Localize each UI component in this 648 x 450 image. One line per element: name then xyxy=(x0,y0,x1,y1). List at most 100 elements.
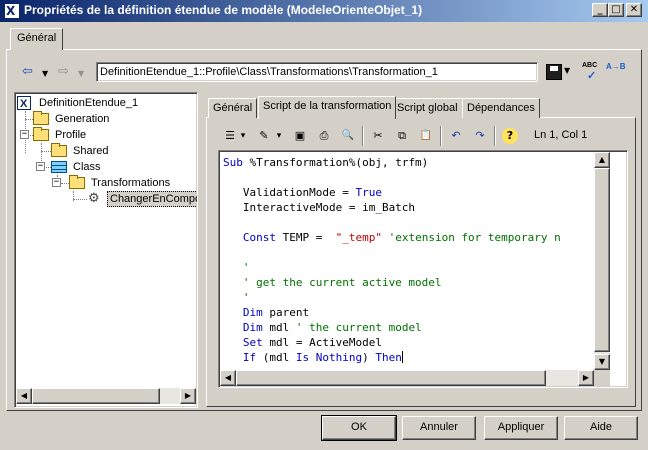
scrollbar-corner xyxy=(594,370,610,386)
cancel-button[interactable]: Annuler xyxy=(402,416,476,440)
collapse-class-icon[interactable]: − xyxy=(36,162,45,171)
properties-icon[interactable]: ☰ xyxy=(222,128,238,144)
print-icon[interactable]: ⎙ xyxy=(316,128,332,144)
scroll-up-icon[interactable]: ▲ xyxy=(594,152,610,168)
class-icon xyxy=(51,161,67,173)
object-path-field[interactable]: DefinitionEtendue_1::Profile\Class\Trans… xyxy=(96,62,538,82)
folder-icon xyxy=(33,127,49,141)
code-editor[interactable]: Sub %Transformation%(obj, trfm) Validati… xyxy=(218,150,628,388)
code-token: TEMP = xyxy=(276,231,336,244)
editor-vertical-thumb[interactable] xyxy=(594,168,610,352)
code-line[interactable]: ' get the current active model xyxy=(223,275,601,290)
forward-arrow-icon[interactable]: ⇨ xyxy=(58,64,69,82)
edit-dropdown-icon[interactable]: ▾ xyxy=(274,128,284,144)
spell-check-icon[interactable]: ABC ✓ xyxy=(582,62,600,82)
code-token: True xyxy=(355,186,382,199)
back-dropdown-icon[interactable]: ▼ xyxy=(42,66,48,84)
tab-dependencies[interactable]: Dépendances xyxy=(462,98,540,118)
window-title: Propriétés de la définition étendue de m… xyxy=(24,3,423,17)
code-line[interactable]: Set mdl = ActiveModel xyxy=(223,335,601,350)
code-line[interactable]: ValidationMode = True xyxy=(223,185,601,200)
folder-icon xyxy=(51,143,67,157)
gear-icon: ⚙ xyxy=(88,191,100,206)
app-icon-letter: X xyxy=(6,4,16,18)
undo-icon[interactable]: ↶ xyxy=(448,128,464,144)
minimize-button[interactable]: _ xyxy=(592,3,608,17)
scroll-down-icon[interactable]: ▼ xyxy=(594,354,610,370)
code-token: Then xyxy=(375,351,402,364)
code-token: %Transformation%(obj, trfm) xyxy=(242,156,429,169)
collapse-profile-icon[interactable]: − xyxy=(20,130,29,139)
app-icon[interactable]: X xyxy=(4,3,20,19)
code-line[interactable] xyxy=(223,245,601,260)
spell-check-label: ABC xyxy=(582,62,598,69)
code-line[interactable]: Sub %Transformation%(obj, trfm) xyxy=(223,155,601,170)
editor-horizontal-thumb[interactable] xyxy=(236,370,546,386)
code-token: ' xyxy=(223,261,250,274)
code-line[interactable]: If (mdl Is Nothing) Then xyxy=(223,350,601,365)
code-line[interactable]: Const TEMP = "_temp" 'extension for temp… xyxy=(223,230,601,245)
tree-node-label: Class xyxy=(73,161,101,173)
help-button[interactable]: Aide xyxy=(564,416,638,440)
code-line[interactable] xyxy=(223,170,601,185)
code-token: mdl xyxy=(262,321,296,334)
code-line[interactable] xyxy=(223,215,601,230)
cursor-position: Ln 1, Col 1 xyxy=(534,129,588,141)
code-line[interactable]: Dim mdl ' the current model xyxy=(223,320,601,335)
tab-transformation-script[interactable]: Script de la transformation xyxy=(258,96,397,119)
maximize-button[interactable]: □ xyxy=(608,3,624,17)
close-button[interactable]: ✕ xyxy=(626,3,642,17)
copy-icon[interactable]: ⧉ xyxy=(394,128,410,144)
forward-dropdown-icon[interactable]: ▼ xyxy=(78,66,84,84)
help-icon[interactable]: ? xyxy=(502,128,518,144)
ok-button[interactable]: OK xyxy=(321,415,397,441)
redo-icon[interactable]: ↷ xyxy=(472,128,488,144)
code-token: ' xyxy=(223,291,250,304)
tree-node-label: ChangerEnCompo xyxy=(107,191,197,207)
check-mark-icon: ✓ xyxy=(587,70,597,82)
tree-node-label: Profile xyxy=(55,129,87,141)
back-arrow-icon[interactable]: ⇦ xyxy=(22,64,33,82)
code-token: parent xyxy=(262,306,310,319)
code-text[interactable]: Sub %Transformation%(obj, trfm) Validati… xyxy=(223,155,601,367)
properties-dropdown-icon[interactable]: ▾ xyxy=(238,128,248,144)
edit-icon[interactable]: ✎ xyxy=(256,128,272,144)
title-bar[interactable]: X Propriétés de la définition étendue de… xyxy=(0,0,648,22)
code-line[interactable]: ' xyxy=(223,260,601,275)
save-dropdown-icon[interactable]: ▼ xyxy=(564,66,570,75)
scroll-right-icon[interactable]: ▶ xyxy=(180,388,196,404)
editor-horizontal-scrollbar[interactable]: ◀ ▶ xyxy=(220,370,594,386)
code-line[interactable]: ' xyxy=(223,290,601,305)
tab-general-inner[interactable]: Général xyxy=(208,98,258,118)
folder-icon xyxy=(33,111,49,125)
code-line[interactable]: Dim parent xyxy=(223,305,601,320)
scroll-left-icon[interactable]: ◀ xyxy=(16,388,32,404)
tree-node-label: Transformations xyxy=(91,177,171,189)
tree-line xyxy=(73,199,87,200)
tab-global-script[interactable]: Script global xyxy=(392,98,463,118)
tab-general[interactable]: Général xyxy=(10,28,64,50)
paste-icon[interactable]: 📋 xyxy=(418,128,434,144)
save-icon[interactable] xyxy=(546,64,562,80)
replace-icon[interactable]: A→B xyxy=(606,62,626,80)
code-token: (mdl xyxy=(256,351,296,364)
folder-icon xyxy=(69,175,85,189)
toolbar-separator xyxy=(494,126,496,146)
cut-icon[interactable]: ✂ xyxy=(370,128,386,144)
apply-button[interactable]: Appliquer xyxy=(484,416,558,440)
tree-line xyxy=(41,151,51,152)
tree-view[interactable]: X DefinitionEtendue_1 Generation − Profi… xyxy=(14,92,198,408)
find-icon[interactable]: 🔍 xyxy=(340,128,356,144)
scroll-right-icon[interactable]: ▶ xyxy=(578,370,594,386)
tree-horizontal-scrollbar[interactable]: ◀ ▶ xyxy=(16,388,196,404)
code-line[interactable]: InteractiveMode = im_Batch xyxy=(223,200,601,215)
code-token: ' the current model xyxy=(295,321,422,334)
tree-scroll-thumb[interactable] xyxy=(32,388,160,404)
scroll-left-icon[interactable]: ◀ xyxy=(220,370,236,386)
collapse-transformations-icon[interactable]: − xyxy=(52,178,61,187)
editor-vertical-scrollbar[interactable]: ▲ ▼ xyxy=(594,152,610,370)
code-token: Dim xyxy=(242,306,263,319)
save-icon[interactable]: ▣ xyxy=(292,128,308,144)
